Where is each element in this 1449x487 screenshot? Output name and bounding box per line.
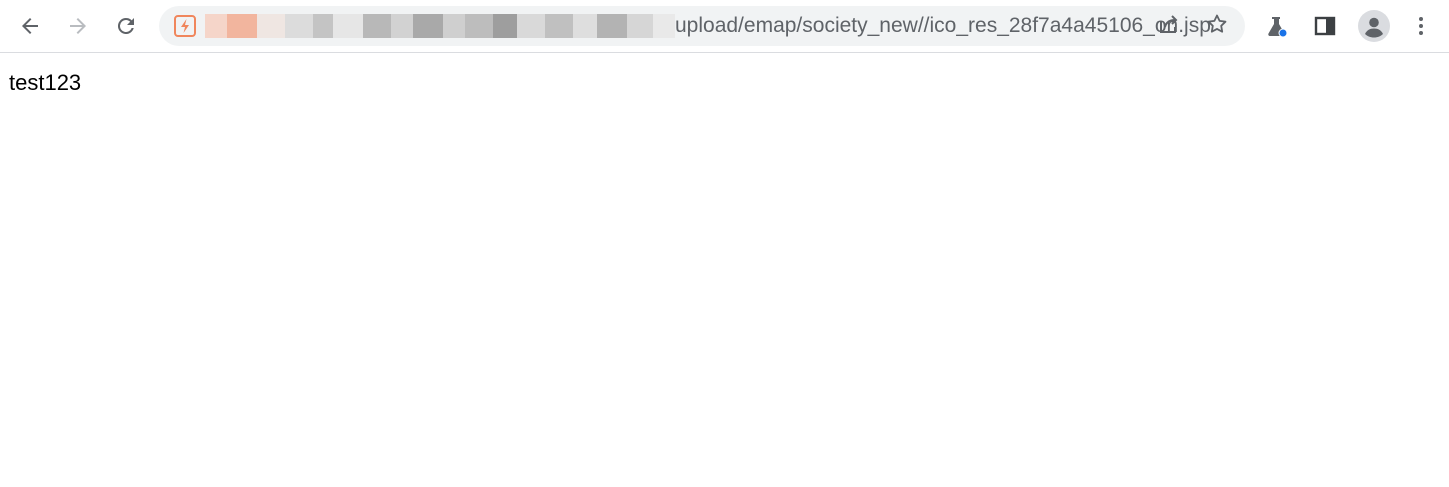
- browser-toolbar: upload/emap/society_new//ico_res_28f7a4a…: [0, 0, 1449, 53]
- kebab-menu-icon: [1409, 14, 1433, 38]
- arrow-left-icon: [18, 14, 42, 38]
- share-button[interactable]: [1153, 10, 1185, 42]
- menu-button[interactable]: [1403, 8, 1439, 44]
- bookmark-button[interactable]: [1201, 10, 1233, 42]
- obscured-url-segment: [205, 14, 675, 38]
- flask-icon: [1263, 13, 1289, 39]
- side-panel-button[interactable]: [1307, 8, 1343, 44]
- address-bar[interactable]: upload/emap/society_new//ico_res_28f7a4a…: [159, 6, 1245, 46]
- back-button[interactable]: [12, 8, 48, 44]
- reload-button[interactable]: [108, 8, 144, 44]
- lightning-bolt-icon[interactable]: [174, 15, 196, 37]
- share-icon: [1157, 12, 1181, 41]
- url-text[interactable]: upload/emap/society_new//ico_res_28f7a4a…: [675, 15, 1211, 37]
- page-body-text: test123: [9, 70, 82, 95]
- reload-icon: [114, 14, 138, 38]
- arrow-right-icon: [66, 14, 90, 38]
- star-icon: [1205, 12, 1229, 41]
- forward-button[interactable]: [60, 8, 96, 44]
- profile-avatar-icon: [1358, 10, 1390, 42]
- profile-button[interactable]: [1356, 8, 1392, 44]
- labs-button[interactable]: [1258, 8, 1294, 44]
- side-panel-icon: [1313, 14, 1337, 38]
